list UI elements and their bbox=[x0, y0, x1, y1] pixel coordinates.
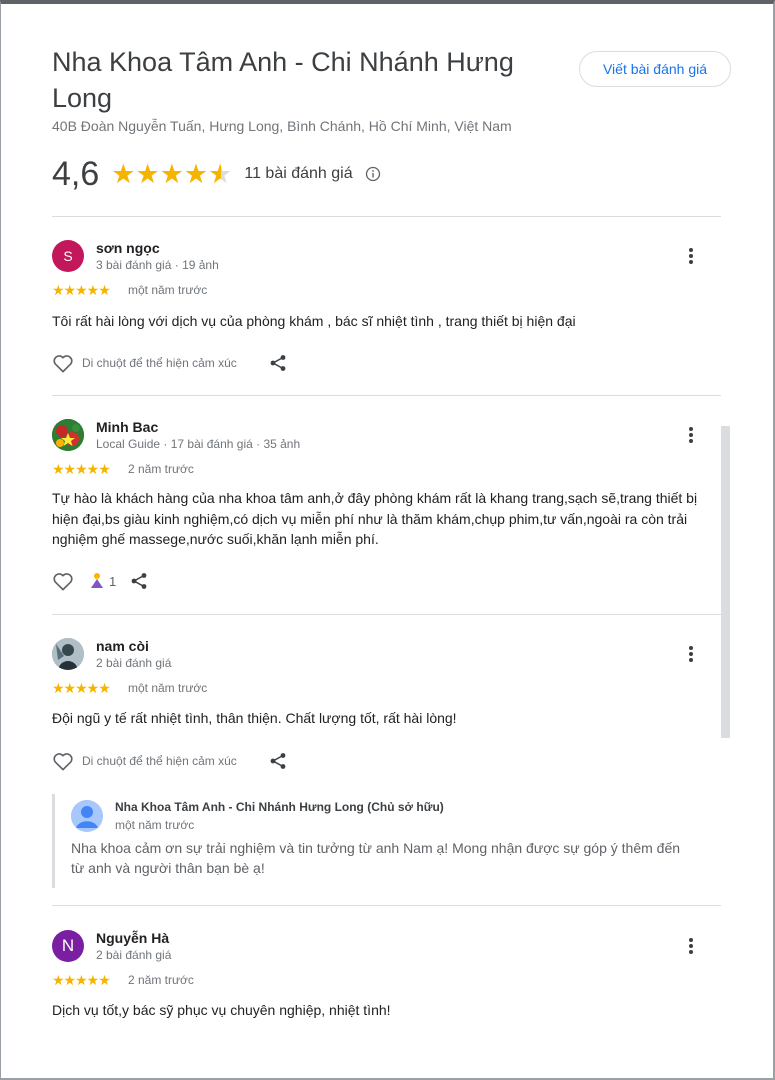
star-icon: ★ bbox=[111, 158, 136, 189]
avatar[interactable] bbox=[52, 638, 84, 670]
review-actions: Di chuột để thể hiện cảm xúc bbox=[52, 751, 287, 771]
review-text: Đội ngũ y tế rất nhiệt tình, thân thiện.… bbox=[52, 710, 457, 726]
review-stars: ★★★★★ bbox=[52, 282, 111, 298]
review-text: Tự hào là khách hàng của nha khoa tâm an… bbox=[52, 490, 698, 547]
place-header: Nha Khoa Tâm Anh - Chi Nhánh Hưng Long 4… bbox=[52, 44, 732, 134]
share-icon[interactable] bbox=[269, 752, 287, 770]
reaction-hint: Di chuột để thể hiện cảm xúc bbox=[82, 356, 237, 370]
review-date: một năm trước bbox=[128, 681, 208, 695]
review-stars: ★★★★★ bbox=[52, 680, 111, 696]
person-icon bbox=[71, 800, 103, 832]
share-icon[interactable] bbox=[130, 572, 148, 590]
divider bbox=[52, 614, 721, 615]
info-icon[interactable] bbox=[365, 166, 381, 182]
more-options-icon[interactable] bbox=[683, 644, 699, 664]
divider bbox=[52, 216, 721, 217]
star-icon: ★ bbox=[135, 158, 160, 189]
more-options-icon[interactable] bbox=[683, 425, 699, 445]
review-item: S sơn ngọc 3 bài đánh giá · 19 ảnh ★★★★★… bbox=[52, 240, 721, 380]
reviewer-meta: 2 bài đánh giá bbox=[96, 656, 172, 670]
review-item: N Nguyễn Hà 2 bài đánh giá ★★★★★ 2 năm t… bbox=[52, 930, 721, 1030]
avatar[interactable] bbox=[52, 419, 84, 451]
more-options-icon[interactable] bbox=[683, 936, 699, 956]
reviewer-name[interactable]: Nguyễn Hà bbox=[96, 930, 169, 946]
review-text: Dịch vụ tốt,y bác sỹ phục vụ chuyên nghi… bbox=[52, 1002, 391, 1018]
rating-stars: ★ ★ ★ ★ ★ bbox=[111, 158, 233, 189]
avatar-image-icon bbox=[52, 419, 84, 451]
reviewer-name[interactable]: nam còi bbox=[96, 638, 149, 654]
avatar[interactable]: N bbox=[52, 930, 84, 962]
pray-emoji-icon[interactable] bbox=[88, 572, 106, 590]
reviewer-name[interactable]: Minh Bac bbox=[96, 419, 158, 435]
reviewer-meta: 3 bài đánh giá · 19 ảnh bbox=[96, 258, 219, 272]
owner-reply: Nha Khoa Tâm Anh - Chi Nhánh Hưng Long (… bbox=[52, 794, 721, 888]
owner-avatar[interactable] bbox=[71, 800, 103, 832]
review-date: 2 năm trước bbox=[128, 973, 194, 987]
half-star-icon: ★ bbox=[208, 158, 233, 189]
reviewer-name[interactable]: sơn ngọc bbox=[96, 240, 160, 256]
review-item: Minh Bac Local Guide · 17 bài đánh giá ·… bbox=[52, 419, 721, 599]
review-stars: ★★★★★ bbox=[52, 461, 111, 477]
review-count: 11 bài đánh giá bbox=[244, 165, 353, 182]
reviewer-meta: 2 bài đánh giá bbox=[96, 948, 172, 962]
place-address: 40B Đoàn Nguyễn Tuấn, Hưng Long, Bình Ch… bbox=[52, 118, 512, 134]
star-icon: ★ bbox=[183, 158, 209, 189]
review-actions: Di chuột để thể hiện cảm xúc bbox=[52, 353, 287, 373]
review-stars: ★★★★★ bbox=[52, 972, 111, 988]
divider bbox=[52, 395, 721, 396]
write-review-button[interactable]: Viết bài đánh giá bbox=[579, 51, 731, 87]
heart-icon[interactable] bbox=[52, 751, 74, 771]
divider bbox=[52, 905, 721, 906]
avatar-image-icon bbox=[52, 638, 84, 670]
share-icon[interactable] bbox=[269, 354, 287, 372]
review-item: nam còi 2 bài đánh giá ★★★★★ một năm trư… bbox=[52, 638, 721, 778]
rating-value: 4,6 bbox=[52, 155, 100, 193]
reaction-hint: Di chuột để thể hiện cảm xúc bbox=[82, 754, 237, 768]
reviewer-meta: Local Guide · 17 bài đánh giá · 35 ảnh bbox=[96, 437, 301, 451]
heart-icon[interactable] bbox=[52, 571, 74, 591]
review-text: Tôi rất hài lòng với dịch vụ của phòng k… bbox=[52, 313, 576, 329]
more-options-icon[interactable] bbox=[683, 246, 699, 266]
owner-name: Nha Khoa Tâm Anh - Chi Nhánh Hưng Long (… bbox=[115, 800, 444, 814]
owner-reply-date: một năm trước bbox=[115, 818, 195, 832]
review-date: 2 năm trước bbox=[128, 462, 194, 476]
place-title: Nha Khoa Tâm Anh - Chi Nhánh Hưng Long bbox=[52, 47, 514, 113]
scrollbar[interactable] bbox=[721, 426, 730, 738]
avatar[interactable]: S bbox=[52, 240, 84, 272]
rating-summary: 4,6 ★ ★ ★ ★ ★ 11 bài đánh giá bbox=[52, 154, 381, 194]
owner-reply-text: Nha khoa cảm ơn sự trải nghiệm và tin tư… bbox=[71, 840, 681, 876]
reaction-count: 1 bbox=[109, 573, 117, 589]
review-date: một năm trước bbox=[128, 283, 208, 297]
review-actions: 1 bbox=[52, 571, 148, 591]
star-icon: ★ bbox=[159, 158, 184, 189]
heart-icon[interactable] bbox=[52, 353, 74, 373]
